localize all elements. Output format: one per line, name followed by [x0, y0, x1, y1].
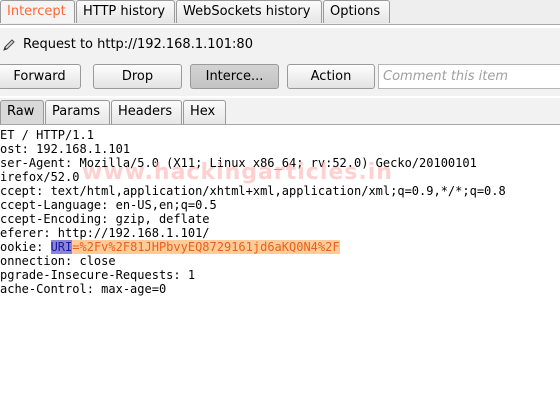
host-header: ost: 192.168.1.101: [0, 142, 131, 156]
accept-encoding-header: ccept-Encoding: gzip, deflate: [0, 212, 210, 226]
cookie-value: =%2Fv%2F81JHPbvyEQ8729161jd6aKQ0N4%2F: [72, 240, 340, 254]
request-info-row: Request to http://192.168.1.101:80: [0, 28, 560, 60]
cookie-header-name: ookie:: [0, 240, 51, 254]
tab-hex[interactable]: Hex: [183, 100, 226, 124]
request-target-label: Request to http://192.168.1.101:80: [23, 37, 253, 52]
cache-control-header: ache-Control: max-age=0: [0, 282, 167, 296]
action-button[interactable]: Action: [287, 64, 375, 89]
cookie-header: ookie: URI=%2Fv%2F81JHPbvyEQ8729161jd6aK…: [0, 240, 340, 254]
cookie-key: URI: [50, 240, 73, 254]
forward-button[interactable]: Forward: [0, 64, 81, 89]
pencil-icon[interactable]: [2, 38, 16, 52]
drop-button[interactable]: Drop: [93, 64, 182, 89]
intercept-toggle-button[interactable]: Interce...: [190, 64, 279, 89]
user-agent-continuation: irefox/52.0: [0, 170, 80, 184]
request-line: ET / HTTP/1.1: [0, 128, 94, 142]
tab-intercept[interactable]: Intercept: [0, 0, 75, 23]
accept-header: ccept: text/html,application/xhtml+xml,a…: [0, 184, 506, 198]
top-tab-bar: Intercept HTTP history WebSockets histor…: [0, 0, 560, 25]
referer-header: eferer: http://192.168.1.101/: [0, 226, 210, 240]
tab-params[interactable]: Params: [45, 100, 110, 124]
accept-language-header: ccept-Language: en-US,en;q=0.5: [0, 198, 217, 212]
raw-request-editor[interactable]: ET / HTTP/1.1 ost: 192.168.1.101 ser-Age…: [0, 125, 560, 412]
tab-options[interactable]: Options: [323, 0, 390, 23]
tab-headers[interactable]: Headers: [111, 100, 182, 124]
tab-websockets-history[interactable]: WebSockets history: [176, 0, 322, 23]
tab-http-history[interactable]: HTTP history: [76, 0, 175, 23]
comment-input[interactable]: Comment this item: [378, 64, 560, 89]
watermark: www.hackingarticles.in: [82, 160, 393, 185]
upgrade-insecure-requests-header: pgrade-Insecure-Requests: 1: [0, 268, 196, 282]
tab-raw[interactable]: Raw: [0, 100, 44, 124]
connection-header: onnection: close: [0, 254, 116, 268]
